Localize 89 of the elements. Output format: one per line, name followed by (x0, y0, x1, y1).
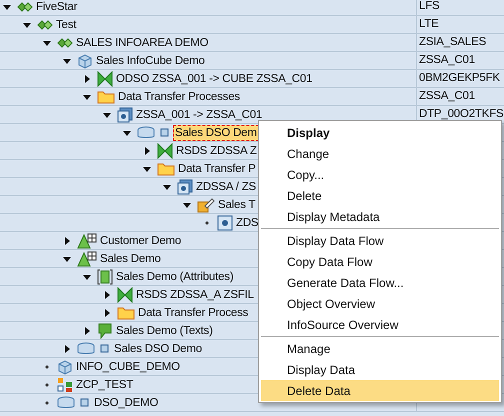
tree-node-label[interactable]: Sales DSO Dem (173, 124, 259, 140)
tree-node-label[interactable]: ZCP_TEST (75, 378, 134, 392)
tree-node-label[interactable]: RSDS ZDSSA Z (175, 144, 258, 158)
diamond-icon (37, 18, 53, 32)
menu-item[interactable]: Display (261, 122, 499, 143)
speech-bubble-icon (97, 322, 113, 338)
pencil-box-icon (197, 196, 215, 212)
menu-item[interactable]: Display Metadata (261, 206, 499, 227)
cube-icon (77, 52, 93, 68)
collapsed-arrow-icon[interactable] (83, 326, 91, 334)
tree-node-label[interactable]: ZSSA_001 -> ZSSA_C01 (135, 108, 264, 122)
menu-item[interactable]: Manage (261, 338, 499, 359)
menu-item[interactable]: Copy... (261, 164, 499, 185)
tree-node-label[interactable]: Sales T (217, 198, 256, 212)
expanded-arrow-icon[interactable] (63, 56, 71, 64)
expanded-arrow-icon[interactable] (163, 182, 171, 190)
menu-item[interactable]: Display Data (261, 359, 499, 380)
folder-icon (97, 90, 115, 104)
bullet-icon (45, 364, 49, 368)
collapsed-arrow-icon[interactable] (143, 146, 151, 154)
tree-node-label[interactable]: Sales InfoCube Demo (95, 54, 206, 68)
tree-node-label[interactable]: FiveStar (35, 0, 78, 14)
tree-node-label[interactable]: DSO_DEMO (93, 396, 160, 410)
gear-box-icon (117, 106, 133, 122)
tree-node-label[interactable]: Sales Demo (99, 252, 162, 266)
gear-box-icon (177, 178, 193, 194)
technical-name-cell-text: 0BM2GEKP5FK (419, 70, 500, 86)
expanded-arrow-icon[interactable] (103, 110, 111, 118)
expanded-arrow-icon[interactable] (23, 20, 31, 28)
expanded-arrow-icon[interactable] (83, 92, 91, 100)
cylinder-square-icon (57, 396, 91, 410)
menu-item[interactable]: Delete (261, 185, 499, 206)
technical-name-cell-text: DTP_00O2TKFS (419, 106, 504, 122)
bullet-icon (45, 400, 49, 404)
tree-node-label[interactable]: INFO_CUBE_DEMO (75, 360, 181, 374)
diamond-icon (57, 36, 73, 50)
tree-node-label[interactable]: Data Transfer P (177, 162, 257, 176)
squares-icon (57, 376, 73, 392)
menu-item[interactable]: Copy Data Flow (261, 251, 499, 272)
cube-icon (57, 358, 73, 374)
technical-name-cell-text: ZSSA_C01 (419, 88, 475, 104)
expanded-arrow-icon[interactable] (183, 200, 191, 208)
menu-item[interactable]: Object Overview (261, 293, 499, 314)
tree-node-label[interactable]: RSDS ZDSSA_A ZSFIL (135, 288, 255, 302)
bowtie-icon (157, 142, 173, 158)
expanded-arrow-icon[interactable] (3, 2, 11, 10)
menu-item[interactable]: Delete Data (261, 380, 499, 401)
tree-node-label[interactable]: ZDSSA / ZS (195, 180, 257, 194)
expanded-arrow-icon[interactable] (143, 164, 151, 172)
tree-node-label[interactable]: Customer Demo (99, 234, 182, 248)
bullet-icon (205, 220, 209, 224)
bullet-icon (45, 382, 49, 386)
menu-item[interactable]: InfoSource Overview (261, 314, 499, 335)
bracket-icon (97, 268, 113, 284)
tree-node-label[interactable]: Data Transfer Process (137, 306, 250, 320)
collapsed-arrow-icon[interactable] (103, 308, 111, 316)
tree-node-label[interactable]: Sales Demo (Attributes) (115, 270, 234, 284)
expanded-arrow-icon[interactable] (43, 38, 51, 46)
tree-node-label[interactable]: ODSO ZSSA_001 -> CUBE ZSSA_C01 (115, 72, 314, 86)
menu-item[interactable]: Display Data Flow (261, 230, 499, 251)
bowtie-icon (97, 70, 113, 86)
expanded-arrow-icon[interactable] (63, 254, 71, 262)
collapsed-arrow-icon[interactable] (103, 290, 111, 298)
technical-name-cell-text: LFS (419, 0, 440, 14)
tree-node-label[interactable]: Sales DSO Demo (113, 342, 203, 356)
tree-node-label[interactable]: ZDS (235, 216, 260, 230)
cylinder-square-icon (137, 126, 171, 140)
expanded-arrow-icon[interactable] (123, 128, 131, 136)
menu-item[interactable]: Generate Data Flow... (261, 272, 499, 293)
technical-name-cell-text: ZSSA_C01 (419, 52, 475, 68)
collapsed-arrow-icon[interactable] (63, 236, 71, 244)
cylinder-square-icon (77, 342, 111, 356)
tree-node-label[interactable]: SALES INFOAREA DEMO (75, 36, 210, 50)
triangle-grid-icon (77, 232, 97, 248)
technical-name-cell-text: ZSIA_SALES (419, 34, 486, 50)
gear-box-icon (217, 214, 233, 230)
bowtie-icon (117, 286, 133, 302)
diamond-icon (17, 0, 33, 14)
technical-name-cell-text: LTE (419, 16, 439, 32)
triangle-grid-icon (77, 250, 97, 266)
folder-icon (157, 162, 175, 176)
folder-icon (117, 306, 135, 320)
tree-node-label[interactable]: Test (55, 18, 78, 32)
expanded-arrow-icon[interactable] (83, 272, 91, 280)
menu-item[interactable]: Change (261, 143, 499, 164)
collapsed-arrow-icon[interactable] (83, 74, 91, 82)
tree-node-label[interactable]: Sales Demo (Texts) (115, 324, 214, 338)
collapsed-arrow-icon[interactable] (63, 344, 71, 352)
tree-node-label[interactable]: Data Transfer Processes (117, 90, 241, 104)
